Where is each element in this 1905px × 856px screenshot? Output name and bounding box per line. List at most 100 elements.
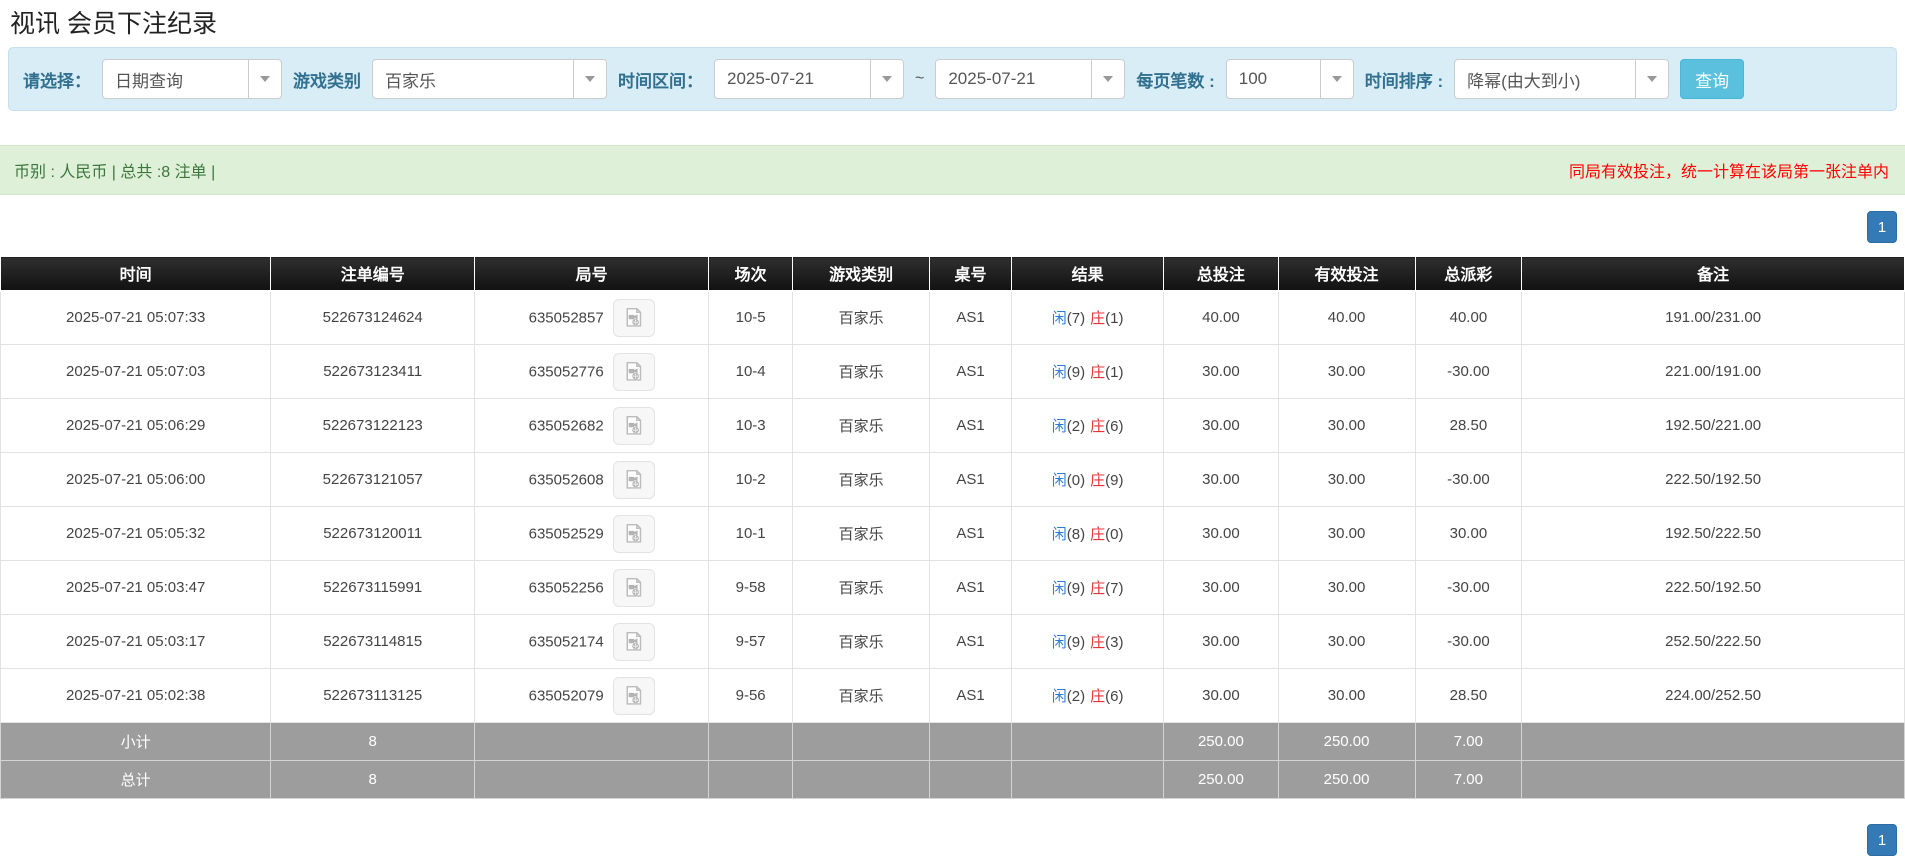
cell-game-type: 百家乐 [792,290,931,345]
cell-total-bet[interactable]: 30.00 [1163,560,1279,615]
time-sort-select[interactable]: 降幂(由大到小) [1454,59,1670,99]
cell-payout: 28.50 [1414,668,1523,723]
cell-time: 2025-07-21 05:03:17 [0,614,272,669]
video-replay-button[interactable] [612,298,655,337]
valid-bet-notice: 同局有效投注，统一计算在该局第一张注单内 [1568,164,1889,181]
subtotal-total-bet: 250.00 [1163,722,1279,761]
table-row: 2025-07-21 05:06:29 522673122123 6350526… [0,398,1905,453]
page-title: 视讯 会员下注纪录 [10,10,217,38]
video-replay-button[interactable] [612,622,655,661]
date-to-select[interactable]: 2025-07-21 [935,59,1126,99]
cell-time: 2025-07-21 05:06:00 [0,452,272,507]
header-time: 时间 [0,256,272,292]
result-banker-label: 庄 [1090,526,1106,543]
page-size-select[interactable]: 100 [1225,59,1354,99]
cell-table-id: AS1 [929,668,1012,723]
page-size-label: 每页笔数 : [1136,71,1215,91]
chevron-down-icon [870,60,903,98]
header-remark: 备注 [1521,256,1905,292]
cell-total-bet[interactable]: 30.00 [1163,452,1279,507]
result-banker-label: 庄 [1090,418,1106,435]
cell-session: 10-2 [708,452,794,507]
cell-round-id: 635052174 [474,614,710,669]
cell-session: 9-58 [708,560,794,615]
result-player-label: 闲 [1051,310,1067,328]
page-1-button[interactable]: 1 [1867,211,1897,243]
video-replay-button[interactable] [612,676,655,715]
cell-session: 10-3 [708,398,794,453]
cell-time: 2025-07-21 05:06:29 [0,398,272,453]
cell-result: 闲(9) 庄(3) [1010,614,1165,669]
video-replay-button[interactable] [612,406,655,445]
cell-valid-bet: 30.00 [1277,668,1416,723]
round-id-text: 635052174 [528,633,604,650]
chevron-down-icon [1635,60,1668,98]
cell-game-type: 百家乐 [792,560,931,615]
currency-total-text: 币别 : 人民币 | 总共 :8 注单 | [14,164,216,181]
cell-valid-bet: 30.00 [1277,398,1416,453]
total-payout: 7.00 [1414,760,1523,799]
cell-session: 9-57 [708,614,794,669]
cell-remark: 252.50/222.50 [1521,614,1905,669]
cell-result: 闲(9) 庄(1) [1010,344,1165,399]
cell-round-id: 635052682 [474,398,710,453]
round-id-text: 635052857 [528,309,604,327]
result-banker-label: 庄 [1090,580,1106,597]
cell-total-bet[interactable]: 30.00 [1163,506,1279,561]
subtotal-row: 小计 8 250.00 250.00 7.00 [0,722,1905,761]
cell-total-bet[interactable]: 30.00 [1163,344,1279,399]
video-replay-button[interactable] [612,460,655,499]
result-banker-score: (1) [1105,364,1124,381]
time-sort-label: 时间排序 : [1364,71,1444,91]
cell-valid-bet: 30.00 [1277,452,1416,507]
round-id-text: 635052682 [528,417,604,434]
video-replay-button[interactable] [612,514,655,553]
cell-table-id: AS1 [929,290,1012,345]
cell-payout: 40.00 [1414,290,1523,345]
header-round-id: 局号 [474,256,710,292]
cell-time: 2025-07-21 05:07:33 [0,290,272,345]
video-replay-button[interactable] [612,568,655,607]
result-player-score: (9) [1066,580,1086,597]
result-banker-score: (0) [1105,526,1124,543]
cell-total-bet[interactable]: 30.00 [1163,614,1279,669]
total-total-bet: 250.00 [1163,760,1279,799]
result-player-score: (8) [1066,526,1086,543]
header-session: 场次 [708,256,794,292]
page-size-value: 100 [1238,69,1268,88]
round-id-text: 635052608 [528,471,604,488]
result-player-score: (9) [1066,364,1086,381]
video-file-icon [626,685,642,705]
query-mode-select[interactable]: 日期查询 [102,59,282,99]
video-file-icon [626,523,642,543]
cell-remark: 191.00/231.00 [1521,290,1905,345]
game-type-value: 百家乐 [385,71,436,91]
result-player-label: 闲 [1051,580,1067,597]
search-button[interactable]: 查询 [1680,59,1745,99]
game-type-select[interactable]: 百家乐 [372,59,607,99]
result-player-label: 闲 [1051,526,1067,543]
cell-bet-id: 522673124624 [270,290,476,345]
round-id-text: 635052776 [528,363,604,380]
date-from-select[interactable]: 2025-07-21 [714,59,904,99]
table-row: 2025-07-21 05:02:38 522673113125 6350520… [0,668,1905,723]
video-file-icon [626,631,642,651]
cell-total-bet[interactable]: 30.00 [1163,398,1279,453]
subtotal-payout: 7.00 [1414,722,1523,761]
video-replay-button[interactable] [612,352,655,391]
cell-bet-id: 522673121057 [270,452,476,507]
betting-records-table: 时间 注单编号 局号 场次 游戏类别 桌号 结果 总投注 有效投注 总派彩 备注… [0,256,1905,799]
subtotal-label: 小计 [0,722,272,761]
cell-time: 2025-07-21 05:02:38 [0,668,272,723]
cell-total-bet[interactable]: 30.00 [1163,668,1279,723]
cell-session: 10-1 [708,506,794,561]
chevron-down-icon [1091,60,1124,98]
cell-total-bet[interactable]: 40.00 [1163,290,1279,345]
filter-bar: 请选择： 日期查询 游戏类别 百家乐 时间区间： 2025-07-21 ~ 20… [8,47,1897,111]
video-file-icon [626,361,642,381]
header-game-type: 游戏类别 [792,256,931,292]
page-1-button[interactable]: 1 [1867,824,1897,856]
cell-round-id: 635052857 [474,290,710,345]
cell-result: 闲(8) 庄(0) [1010,506,1165,561]
round-id-text: 635052529 [528,525,604,542]
